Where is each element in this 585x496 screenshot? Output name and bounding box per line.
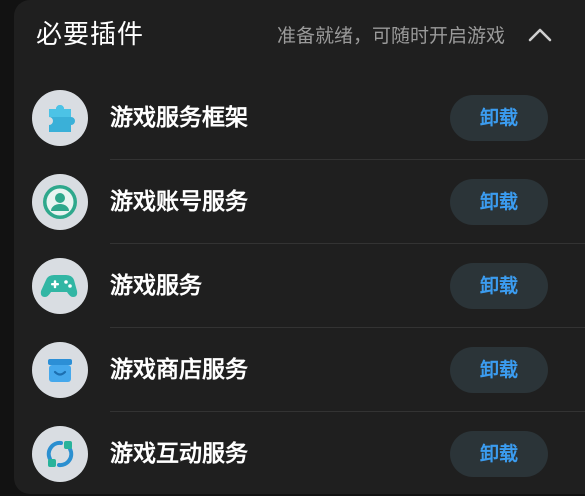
interaction-icon	[32, 426, 88, 482]
plugin-list: 游戏服务框架 卸载 游戏账号服务 卸载 游戏服务 卸载 游戏商店服务 卸载 游戏…	[14, 76, 585, 496]
plugin-name: 游戏商店服务	[110, 357, 248, 383]
uninstall-button[interactable]: 卸载	[450, 431, 548, 477]
plugin-row: 游戏互动服务 卸载	[14, 412, 585, 496]
uninstall-button[interactable]: 卸载	[450, 179, 548, 225]
uninstall-button[interactable]: 卸载	[450, 263, 548, 309]
plugin-name: 游戏服务框架	[110, 105, 248, 131]
store-icon	[32, 342, 88, 398]
puzzle-icon	[32, 90, 88, 146]
section-subtitle: 准备就绪，可随时开启游戏	[276, 25, 505, 47]
uninstall-button[interactable]: 卸载	[450, 347, 548, 393]
section-title: 必要插件	[36, 20, 145, 50]
card-header: 必要插件 准备就绪，可随时开启游戏	[36, 0, 585, 72]
user-account-icon	[32, 174, 88, 230]
plugin-row: 游戏服务框架 卸载	[14, 76, 585, 160]
plugins-card: 必要插件 准备就绪，可随时开启游戏 游戏服务框架 卸载 游戏账号服务 卸载 游戏…	[14, 0, 585, 494]
plugin-name: 游戏互动服务	[110, 441, 248, 467]
plugin-row: 游戏商店服务 卸载	[14, 328, 585, 412]
plugin-row: 游戏账号服务 卸载	[14, 160, 585, 244]
plugin-name: 游戏服务	[110, 273, 202, 299]
plugin-name: 游戏账号服务	[110, 189, 248, 215]
plugin-row: 游戏服务 卸载	[14, 244, 585, 328]
gamepad-icon	[32, 258, 88, 314]
uninstall-button[interactable]: 卸载	[450, 95, 548, 141]
chevron-up-icon[interactable]	[523, 20, 557, 50]
